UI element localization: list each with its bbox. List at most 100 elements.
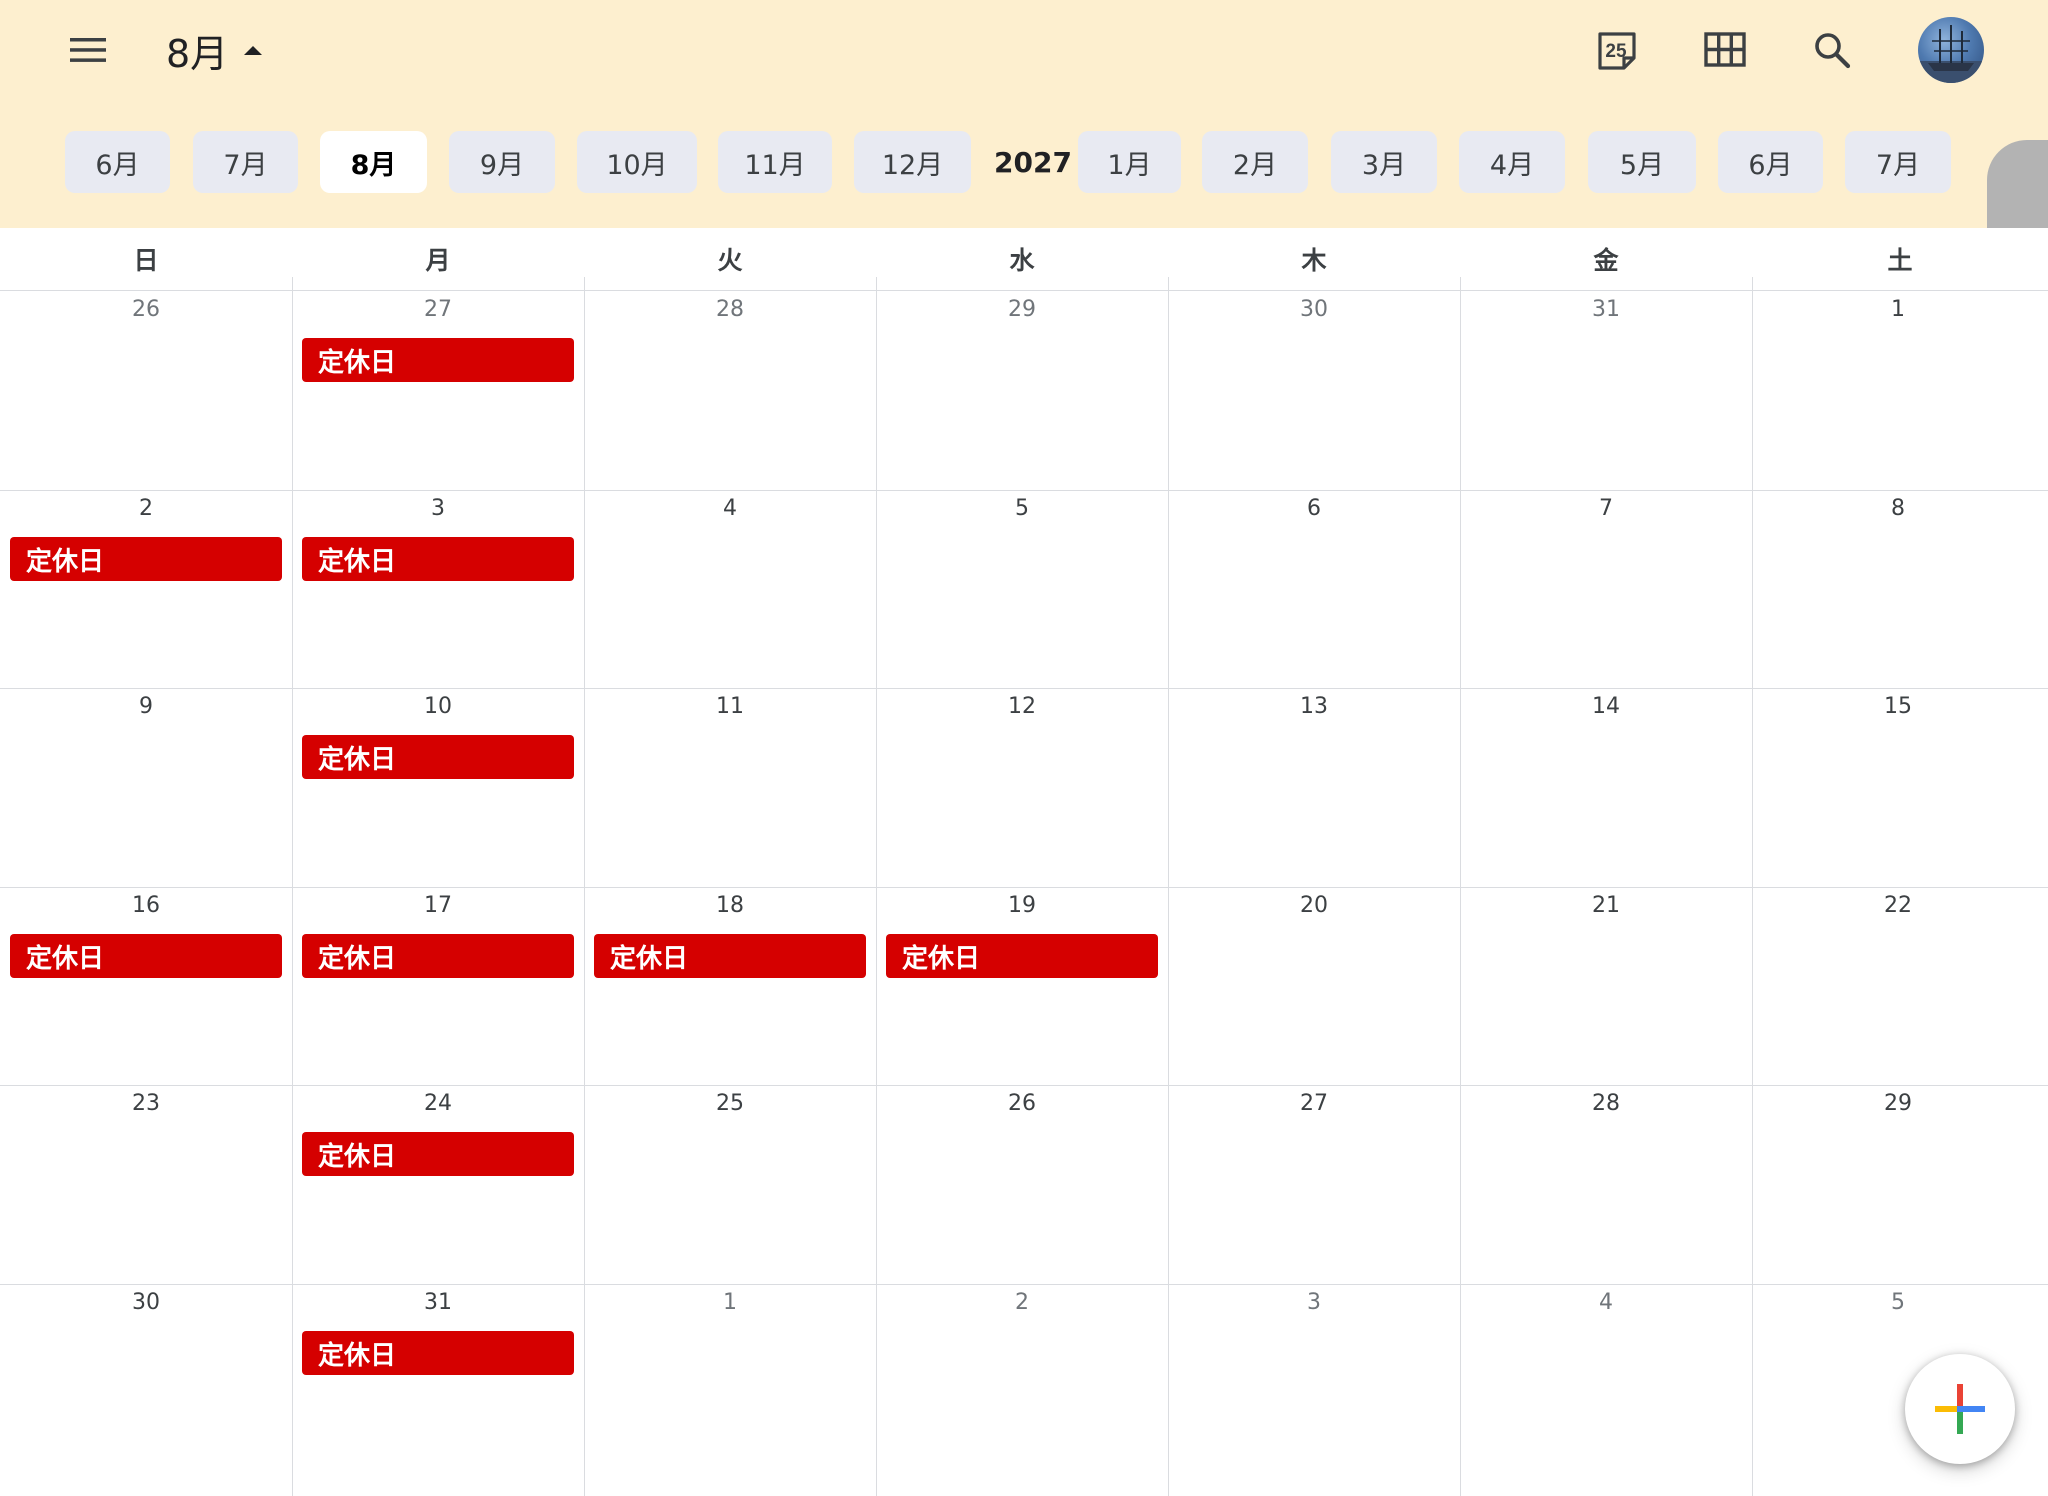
day-cell[interactable]: 24 定休日 [292, 1085, 584, 1283]
day-number: 1 [1891, 297, 1905, 322]
day-number: 2 [1015, 1290, 1029, 1315]
day-number: 16 [132, 893, 160, 918]
day-cell[interactable]: 14 [1460, 688, 1752, 886]
month-chip[interactable]: 5月 [1588, 131, 1696, 193]
day-cell[interactable]: 7 [1460, 490, 1752, 688]
day-number: 15 [1884, 694, 1912, 719]
event-chip[interactable]: 定休日 [302, 1132, 574, 1176]
day-number: 20 [1300, 893, 1328, 918]
day-cell[interactable]: 26 [876, 1085, 1168, 1283]
day-cell[interactable]: 1 [584, 1284, 876, 1482]
day-number: 10 [424, 694, 452, 719]
day-cell[interactable]: 31 定休日 [292, 1284, 584, 1482]
day-cell[interactable]: 6 [1168, 490, 1460, 688]
month-chip[interactable]: 3月 [1331, 131, 1437, 193]
grid-view-icon [1704, 32, 1746, 67]
day-cell[interactable]: 4 [1460, 1284, 1752, 1482]
month-chip[interactable]: 6月 [1718, 131, 1823, 193]
month-chip[interactable]: 4月 [1459, 131, 1565, 193]
month-chip[interactable]: 7月 [193, 131, 298, 193]
day-cell[interactable]: 4 [584, 490, 876, 688]
search-button[interactable] [1804, 22, 1860, 78]
event-chip[interactable]: 定休日 [594, 934, 866, 978]
day-cell[interactable]: 10 定休日 [292, 688, 584, 886]
weekday-label: 水 [1009, 246, 1035, 275]
month-chip[interactable]: 1月 [1078, 131, 1181, 193]
day-cell[interactable]: 27 [1168, 1085, 1460, 1283]
day-number: 30 [1300, 297, 1328, 322]
day-cell[interactable]: 21 [1460, 887, 1752, 1085]
day-cell[interactable]: 31 [1460, 291, 1752, 489]
day-number: 25 [716, 1091, 744, 1116]
day-number: 12 [1008, 694, 1036, 719]
month-chip-selected[interactable]: 8月 [320, 131, 427, 193]
event-chip[interactable]: 定休日 [10, 934, 282, 978]
app-header: 8月 25 6月 7月 8月 9月 10月 11月 12月 2027 1月 2月… [0, 0, 2048, 228]
year-label: 2027 [994, 145, 1072, 179]
today-button[interactable]: 25 [1589, 22, 1645, 78]
calendar-today-icon: 25 [1598, 32, 1636, 70]
plus-icon [1935, 1384, 1985, 1434]
view-switch-button[interactable] [1697, 22, 1753, 78]
day-cell[interactable]: 19 定休日 [876, 887, 1168, 1085]
day-cell[interactable]: 28 [1460, 1085, 1752, 1283]
weekday-label: 月 [425, 246, 451, 275]
day-number: 23 [132, 1091, 160, 1116]
day-number: 4 [1599, 1290, 1613, 1315]
day-cell[interactable]: 9 [0, 688, 292, 886]
day-number: 24 [424, 1091, 452, 1116]
day-cell[interactable]: 5 [876, 490, 1168, 688]
day-cell[interactable]: 22 [1752, 887, 2044, 1085]
day-number: 11 [716, 694, 744, 719]
day-number: 18 [716, 893, 744, 918]
month-chip[interactable]: 7月 [1845, 131, 1951, 193]
day-cell[interactable]: 17 定休日 [292, 887, 584, 1085]
day-cell[interactable]: 18 定休日 [584, 887, 876, 1085]
day-cell[interactable]: 25 [584, 1085, 876, 1283]
day-cell[interactable]: 1 [1752, 291, 2044, 489]
day-cell[interactable]: 29 [876, 291, 1168, 489]
day-cell[interactable]: 2 定休日 [0, 490, 292, 688]
day-cell[interactable]: 12 [876, 688, 1168, 886]
day-cell[interactable]: 2 [876, 1284, 1168, 1482]
day-cell[interactable]: 3 定休日 [292, 490, 584, 688]
day-cell[interactable]: 23 [0, 1085, 292, 1283]
day-number: 3 [1307, 1290, 1321, 1315]
day-number: 5 [1891, 1290, 1905, 1315]
month-title-toggle[interactable]: 8月 [166, 22, 264, 78]
day-cell[interactable]: 20 [1168, 887, 1460, 1085]
month-chip[interactable]: 6月 [65, 131, 170, 193]
day-cell[interactable]: 28 [584, 291, 876, 489]
month-chip[interactable]: 10月 [577, 131, 697, 193]
day-cell[interactable]: 29 [1752, 1085, 2044, 1283]
menu-button[interactable] [64, 26, 112, 74]
event-chip[interactable]: 定休日 [302, 1331, 574, 1375]
create-event-button[interactable] [1905, 1354, 2015, 1464]
day-cell[interactable]: 30 [0, 1284, 292, 1482]
month-chip[interactable]: 11月 [718, 131, 832, 193]
event-chip[interactable]: 定休日 [302, 338, 574, 382]
day-cell[interactable]: 27 定休日 [292, 291, 584, 489]
month-chip[interactable]: 2月 [1202, 131, 1308, 193]
day-number: 6 [1307, 496, 1321, 521]
event-chip[interactable]: 定休日 [302, 537, 574, 581]
day-cell[interactable]: 26 [0, 291, 292, 489]
day-cell[interactable]: 16 定休日 [0, 887, 292, 1085]
day-number: 26 [1008, 1091, 1036, 1116]
event-chip[interactable]: 定休日 [886, 934, 1158, 978]
day-number: 30 [132, 1290, 160, 1315]
day-cell[interactable]: 3 [1168, 1284, 1460, 1482]
day-number: 31 [1592, 297, 1620, 322]
event-chip[interactable]: 定休日 [10, 537, 282, 581]
month-chip[interactable]: 9月 [449, 131, 555, 193]
day-cell[interactable]: 8 [1752, 490, 2044, 688]
day-number: 17 [424, 893, 452, 918]
day-cell[interactable]: 15 [1752, 688, 2044, 886]
month-chip[interactable]: 12月 [854, 131, 971, 193]
day-cell[interactable]: 13 [1168, 688, 1460, 886]
day-cell[interactable]: 30 [1168, 291, 1460, 489]
day-cell[interactable]: 11 [584, 688, 876, 886]
avatar[interactable] [1918, 17, 1984, 83]
event-chip[interactable]: 定休日 [302, 735, 574, 779]
event-chip[interactable]: 定休日 [302, 934, 574, 978]
